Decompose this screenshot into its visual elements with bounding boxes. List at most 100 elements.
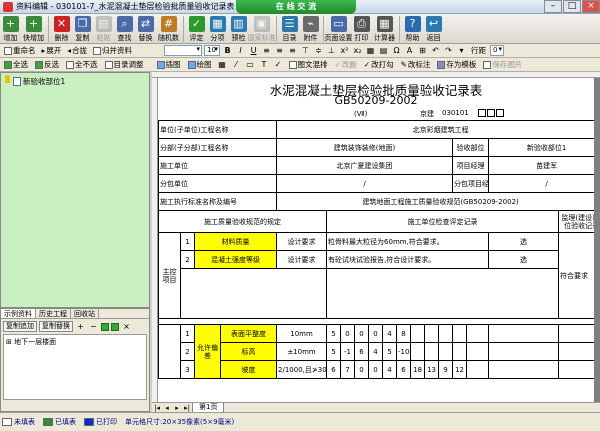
subscript-icon[interactable]: x₂ [352,46,363,55]
toolbar-button-15[interactable]: ⎙ 打印 [351,14,372,44]
cell-dev3-v7[interactable]: 18 [410,360,426,379]
toolbar-button-12[interactable]: ☰ 目录 [279,14,300,44]
last-page-icon[interactable]: ▸| [182,404,192,412]
merge-icon[interactable]: ⊞ [417,46,428,55]
cell-dev3-v3[interactable]: 0 [354,360,370,379]
save-image-button[interactable]: 保存图片 [481,59,524,70]
cell-contractor-value[interactable]: 北京广夏建设集团 [276,156,454,175]
cell-dev2-v3[interactable]: 6 [354,342,370,361]
superscript-icon[interactable]: x² [339,46,350,55]
batch-mark-button[interactable]: ✎ 改标注 [399,59,433,70]
toolbar-button-1[interactable]: + 快增加 [21,14,46,44]
cell-dev3-name[interactable]: 坡度 [219,360,278,379]
catalog-adjust-button[interactable]: 目录调整 [103,59,146,70]
close-icon[interactable]: × [582,0,600,13]
cell-dev3-v8[interactable]: 13 [424,360,440,379]
rect-icon[interactable]: ▭ [245,60,256,69]
align-bottom-icon[interactable]: ⊥ [326,46,337,55]
collapse-button[interactable]: ◂ 合拢 [65,45,89,56]
toolbar-button-9[interactable]: ▦ 分项 [207,14,228,44]
green-check-icon[interactable] [101,322,109,331]
grid-icon[interactable]: ▤ [378,46,389,55]
underline-button[interactable]: U [248,46,259,55]
cell-supervisor-record[interactable]: 符合要求 选 [558,232,594,319]
toolbar-button-18[interactable]: ↩ 返回 [423,14,444,44]
cell-dev3-v4[interactable]: 0 [368,360,384,379]
cell-dev1-name[interactable]: 表面平整度 [219,324,278,343]
toolbar-button-3[interactable]: ❐ 复制 [72,14,93,44]
cell-subcon-manager-value[interactable]: / [488,174,594,193]
cell-item2-req[interactable]: 设计要求 [276,250,328,269]
arrow-icon[interactable]: ▾ [456,46,467,55]
undo-icon[interactable]: ↶ [430,46,441,55]
drawing-button[interactable]: 绘图 [186,59,214,70]
cell-dev2-v2[interactable]: -1 [340,342,356,361]
online-chat-button[interactable]: 在 线 交 流 [236,0,356,14]
cell-empty-main[interactable] [179,268,328,319]
cell-dev2-v1[interactable]: 5 [326,342,342,361]
minimize-icon[interactable]: – [544,0,562,13]
archive-button[interactable]: 归并资料 [91,45,134,56]
select-all-button[interactable]: 全选 [2,59,30,70]
text-icon[interactable]: T [259,60,270,69]
save-template-button[interactable]: 存为模板 [435,59,478,70]
font-name-select[interactable] [164,45,203,56]
bold-button[interactable]: B [222,46,233,55]
cell-dev3-v1[interactable]: 6 [326,360,342,379]
mark-icon[interactable]: ✓ [273,60,284,69]
toolbar-button-17[interactable]: ? 帮助 [402,14,423,44]
expand-button[interactable]: ▸ 展开 [40,45,64,56]
cell-unit-value[interactable]: 北京彩烟建筑工程 [276,120,594,139]
cell-manager-value[interactable]: 苗建军 [488,156,594,175]
cell-dev1-v5[interactable]: 4 [382,324,398,343]
text-image-button[interactable]: 图文混排 [287,59,330,70]
cell-subcon-manager-label[interactable]: 分包项目经理 [452,174,490,193]
toolbar-button-5[interactable]: ⌕ 查找 [114,14,135,44]
batch-check-button[interactable]: ✓ 改打勾 [362,59,396,70]
add-icon[interactable]: + [75,322,86,331]
first-page-icon[interactable]: |◂ [152,404,162,412]
tab-history[interactable]: 历史工程 [36,309,71,318]
line-spacing-select[interactable]: 0 [490,45,505,56]
cell-dev2-std[interactable]: ±10mm [276,342,328,361]
cell-standard-value[interactable]: 建筑地面工程施工质量验收规范(GB50209-2002) [276,192,594,211]
toolbar-button-7[interactable]: # 随机数 [156,14,181,44]
tab-recycle[interactable]: 回收站 [71,309,99,318]
tab-samples[interactable]: 示例资料 [1,309,36,318]
toolbar-button-4[interactable]: ▤ 粘贴 [93,14,114,44]
copy-append-button[interactable]: 复制追加 [3,321,37,332]
cell-sub-label[interactable]: 分部(子分部)工程名称 [158,138,278,157]
cell-part-value[interactable]: 新验收部位1 [488,138,594,157]
border-icon[interactable]: ▦ [365,46,376,55]
code-boxes[interactable] [477,109,504,119]
cell-item2-record[interactable]: 有砼试块试验报告,符合设计要求。 [326,250,490,269]
cell-sub-value[interactable]: 建筑装饰装修(地面) [276,138,454,157]
copy-replace-button[interactable]: 复制替换 [39,321,73,332]
prev-page-icon[interactable]: ◂ [162,404,172,412]
cell-dev1-v6[interactable]: 8 [396,324,412,343]
toolbar-button-0[interactable]: + 增加 [0,14,21,44]
toolbar-button-8[interactable]: ✓ 评定 [186,14,207,44]
align-center-icon[interactable]: ≡ [274,46,285,55]
toolbar-button-10[interactable]: ▥ 预检 [228,14,249,44]
tree-item-acceptance-part[interactable]: 新验收部位1 [13,76,65,87]
cell-part-label[interactable]: 验收部位 [452,138,490,157]
font-size-select[interactable]: 10 [204,45,221,56]
cell-dev3-v2[interactable]: 7 [340,360,356,379]
select-none-button[interactable]: 全不选 [64,59,100,70]
cell-empty-record[interactable] [326,268,560,319]
toolbar-button-11[interactable]: ▣ 国家标准 [248,14,276,44]
cell-item1-record[interactable]: 粒骨料最大粒径为60mm,符合要求。 [326,232,490,251]
cell-dev2-v5[interactable]: 5 [382,342,398,361]
cell-dev3-v5[interactable]: 4 [382,360,398,379]
symbol-icon[interactable]: Ω [391,46,402,55]
cell-subcon-label[interactable]: 分包单位 [158,174,278,193]
cell-item2-mark[interactable]: 选 [488,250,560,269]
cell-item1-req[interactable]: 设计要求 [276,232,328,251]
cell-manager-label[interactable]: 项目经理 [452,156,490,175]
line-icon[interactable]: ⁄ [231,60,242,69]
italic-button[interactable]: I [235,46,246,55]
cell-dev3-v6[interactable]: 6 [396,360,412,379]
cell-dev1-v3[interactable]: 0 [354,324,370,343]
remove-icon[interactable]: − [88,322,99,331]
